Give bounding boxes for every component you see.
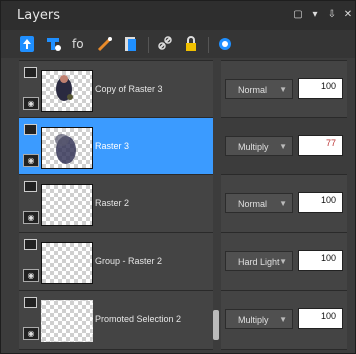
blend-mode-select[interactable]: Normal ▼ — [225, 193, 293, 213]
dropdown-arrow-icon: ▼ — [279, 315, 287, 324]
layers-panel: Layers ▢ ▾ ⇩ ✕ fo ◉ Copy of Raster 3 Nor… — [0, 0, 356, 354]
dropdown-arrow-icon: ▼ — [279, 257, 287, 266]
new-vector-layer-icon[interactable] — [44, 35, 62, 53]
blend-mode-select[interactable]: Hard Light ▼ — [225, 251, 293, 271]
eye-icon[interactable]: ◉ — [23, 327, 39, 340]
blend-mode-select[interactable]: Normal ▼ — [225, 79, 293, 99]
layer-name: Group - Raster 2 — [95, 256, 163, 266]
layer-type-icon — [24, 181, 37, 192]
opacity-field[interactable]: 100 — [298, 192, 343, 213]
svg-text:fo: fo — [72, 37, 84, 51]
duplicate-layer-icon[interactable] — [122, 35, 140, 53]
layer-name: Raster 3 — [95, 141, 130, 151]
panel-titlebar: Layers ▢ ▾ ⇩ ✕ — [0, 0, 356, 30]
layer-name: Copy of Raster 3 — [95, 84, 163, 94]
new-adjustment-layer-icon[interactable] — [96, 35, 114, 53]
layer-row[interactable]: ◉ Raster 2 — [19, 174, 213, 234]
eye-icon[interactable]: ◉ — [23, 97, 39, 110]
layer-row[interactable]: ◉ Copy of Raster 3 — [19, 60, 213, 120]
dropdown-arrow-icon: ▼ — [279, 85, 287, 94]
layer-row-controls: Multiply ▼ 77 — [221, 117, 347, 177]
layer-row-controls: Normal ▼ 100 — [221, 60, 347, 120]
opacity-field[interactable]: 77 — [298, 135, 343, 156]
toolbar-separator — [148, 37, 149, 53]
layer-visibility-icon[interactable] — [216, 35, 234, 53]
square-icon[interactable]: ▢ — [292, 9, 304, 21]
pin-icon[interactable]: ⇩ — [326, 9, 338, 21]
toolbar-separator — [208, 37, 209, 53]
eye-icon[interactable]: ◉ — [23, 211, 39, 224]
layer-type-icon — [24, 239, 37, 250]
layer-thumbnail — [41, 300, 93, 342]
layer-thumbnail — [41, 70, 93, 112]
new-mask-layer-icon[interactable]: fo — [70, 35, 88, 53]
layer-row-controls: Normal ▼ 100 — [221, 174, 347, 234]
opacity-field[interactable]: 100 — [298, 308, 343, 329]
new-raster-layer-icon[interactable] — [18, 35, 36, 53]
layer-name: Promoted Selection 2 — [95, 314, 182, 324]
layer-type-icon — [24, 67, 37, 78]
opacity-field[interactable]: 100 — [298, 250, 343, 271]
layer-thumbnail — [41, 184, 93, 226]
layer-row[interactable]: ◉ Raster 3 — [19, 117, 213, 177]
opacity-field[interactable]: 100 — [298, 78, 343, 99]
chevron-down-icon[interactable]: ▾ — [309, 9, 321, 21]
lock-icon[interactable] — [182, 35, 200, 53]
layer-name: Raster 2 — [95, 198, 130, 208]
layer-thumbnail — [41, 127, 93, 169]
layer-type-icon — [24, 297, 37, 308]
layer-row-controls: Multiply ▼ 100 — [221, 290, 347, 350]
eye-icon[interactable]: ◉ — [23, 154, 39, 167]
layers-toolbar: fo — [0, 30, 356, 59]
dropdown-arrow-icon: ▼ — [279, 199, 287, 208]
layer-type-icon — [24, 124, 37, 135]
eye-icon[interactable]: ◉ — [23, 269, 39, 282]
layers-list: ◉ Copy of Raster 3 Normal ▼ 100 ◉ Raster … — [0, 58, 356, 354]
blend-mode-select[interactable]: Multiply ▼ — [225, 136, 293, 156]
link-icon[interactable] — [156, 35, 174, 53]
row-resize-handle[interactable] — [213, 310, 219, 340]
layer-row[interactable]: ◉ Promoted Selection 2 — [19, 290, 213, 350]
blend-mode-select[interactable]: Multiply ▼ — [225, 309, 293, 329]
layer-row[interactable]: ◉ Group - Raster 2 — [19, 232, 213, 292]
layer-row-controls: Hard Light ▼ 100 — [221, 232, 347, 292]
dropdown-arrow-icon: ▼ — [279, 142, 287, 151]
close-icon[interactable]: ✕ — [342, 9, 354, 21]
panel-title: Layers — [17, 8, 61, 23]
layer-thumbnail — [41, 242, 93, 284]
